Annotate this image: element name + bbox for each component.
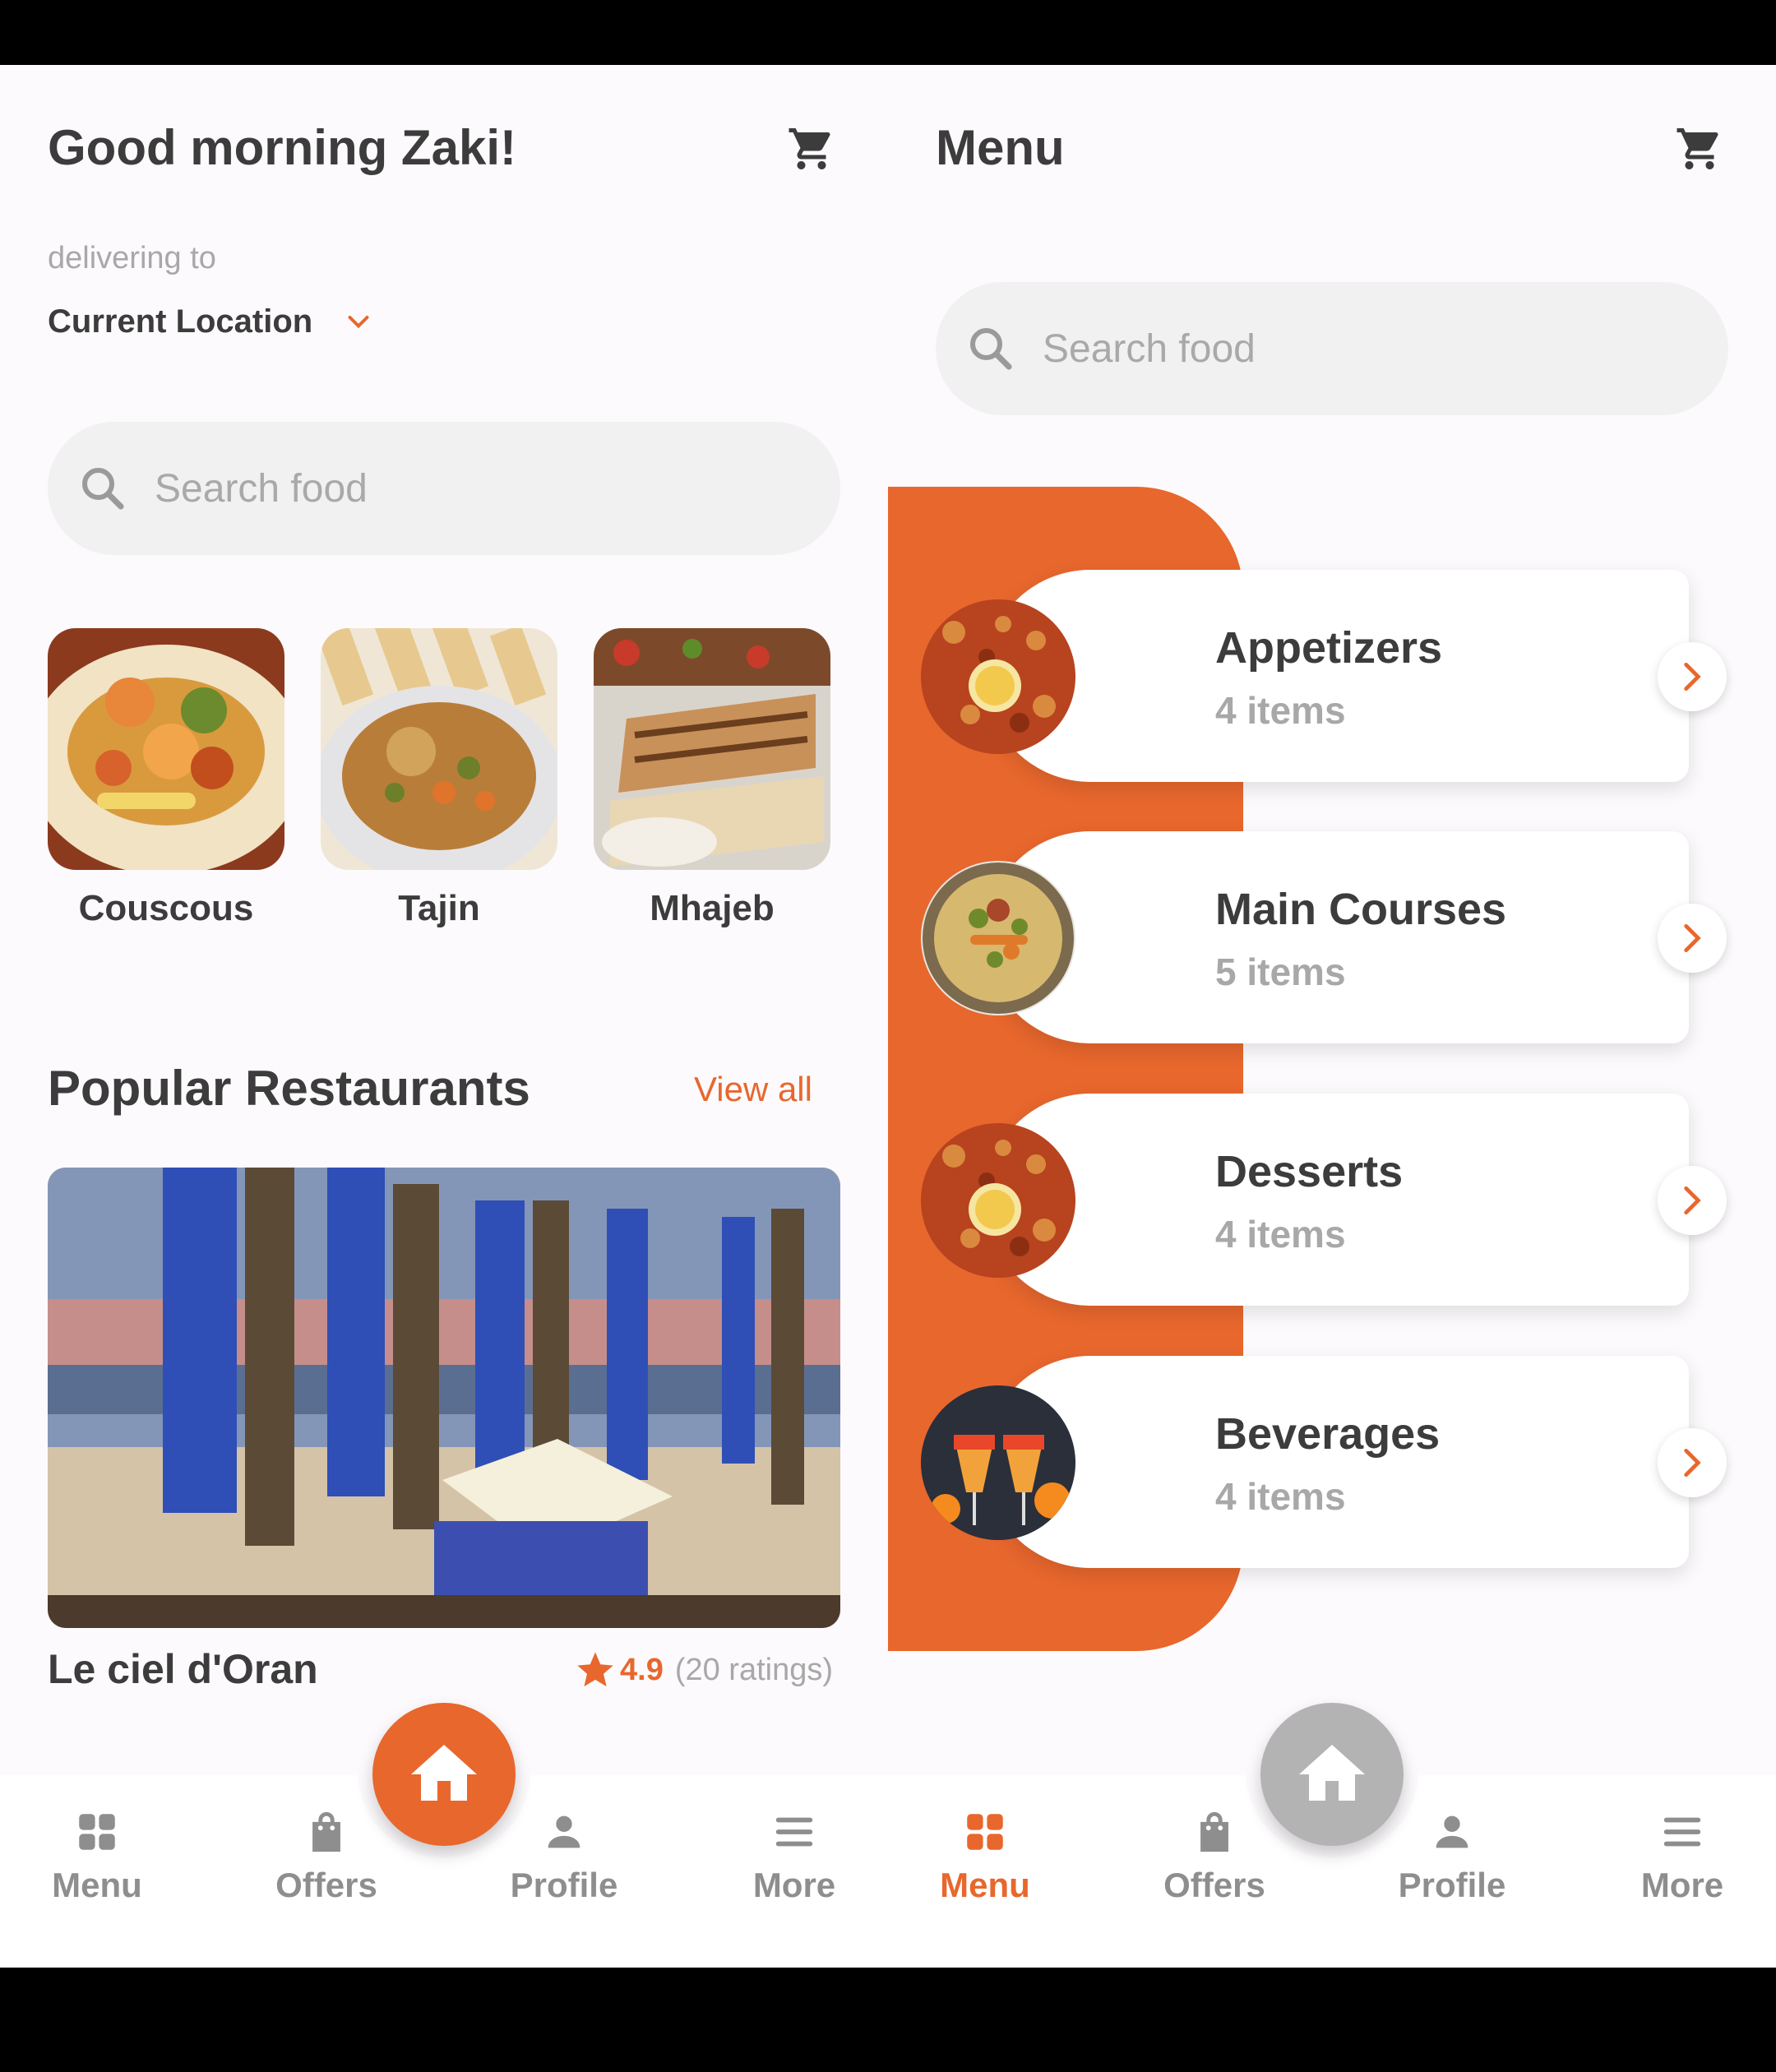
menu-category-appetizers[interactable]: Appetizers 4 items	[921, 570, 1727, 782]
home-icon	[411, 1745, 477, 1801]
menu-category-desserts[interactable]: Desserts 4 items	[921, 1094, 1727, 1306]
greeting-title: Good morning Zaki!	[48, 120, 516, 175]
nav-item-offers[interactable]: Offers	[1132, 1808, 1297, 1905]
home-panel: Good morning Zaki! delivering to Current…	[0, 65, 888, 1968]
menu-item-name: Appetizers	[1215, 623, 1443, 673]
star-icon	[577, 1652, 613, 1687]
menu-item-count: 5 items	[1215, 950, 1346, 993]
rating-count: (20 ratings)	[674, 1652, 834, 1687]
nav-item-more[interactable]: More	[712, 1808, 876, 1905]
search-input[interactable]: Search food	[48, 422, 840, 555]
search-input[interactable]: Search food	[936, 282, 1728, 415]
appetizers-photo	[921, 599, 1075, 754]
menu-item-name: Desserts	[1215, 1147, 1404, 1196]
menu-title: Menu	[936, 120, 1065, 175]
menu-category-beverages[interactable]: Beverages 4 items	[921, 1356, 1727, 1568]
nav-label: Profile	[510, 1866, 618, 1904]
nav-item-offers[interactable]: Offers	[244, 1808, 409, 1905]
search-icon	[969, 327, 1012, 370]
menu-item-name: Beverages	[1215, 1409, 1441, 1459]
person-icon	[548, 1815, 580, 1848]
menu-item-count: 4 items	[1215, 1475, 1346, 1518]
bag-icon	[312, 1811, 340, 1852]
chevron-right-button[interactable]	[1658, 1428, 1727, 1497]
cart-icon[interactable]	[787, 124, 836, 173]
screen: Good morning Zaki! delivering to Current…	[0, 65, 1776, 1968]
rating-value: 4.9	[620, 1652, 664, 1687]
location-selector[interactable]: Current Location	[48, 303, 373, 340]
nav-label: More	[752, 1866, 836, 1904]
search-icon	[81, 467, 124, 510]
restaurant-rating: 4.9 (20 ratings)	[574, 1649, 833, 1691]
nav-label: Offers	[275, 1866, 377, 1904]
nav-item-profile[interactable]: Profile	[482, 1808, 646, 1905]
chevron-right-icon	[1684, 1186, 1701, 1215]
menu-category-main-courses[interactable]: Main Courses 5 items	[921, 831, 1727, 1043]
chevron-right-icon	[1684, 923, 1701, 953]
category-row: Couscous Tajin Mhajeb	[48, 628, 830, 929]
nav-item-more[interactable]: More	[1600, 1808, 1764, 1905]
bag-icon	[1200, 1811, 1228, 1852]
chevron-right-button[interactable]	[1658, 904, 1727, 973]
nav-label: More	[1640, 1866, 1724, 1904]
menu-panel: Menu Search food Appetizers 4 items Main…	[888, 65, 1776, 1968]
nav-label: Profile	[1398, 1866, 1506, 1904]
person-icon	[1436, 1815, 1468, 1848]
nav-label: Menu	[52, 1866, 142, 1904]
chevron-down-icon	[348, 315, 369, 328]
menu-item-count: 4 items	[1215, 689, 1346, 732]
home-icon	[1299, 1745, 1365, 1801]
category-couscous[interactable]: Couscous	[48, 628, 284, 929]
chevron-right-icon	[1684, 662, 1701, 691]
chevron-right-icon	[1684, 1448, 1701, 1478]
category-tajin[interactable]: Tajin	[321, 628, 557, 929]
home-button[interactable]	[1260, 1703, 1404, 1846]
nav-item-menu[interactable]: Menu	[903, 1808, 1067, 1905]
category-mhajeb[interactable]: Mhajeb	[594, 628, 830, 929]
menu-item-count: 4 items	[1215, 1213, 1346, 1256]
home-button[interactable]	[372, 1703, 516, 1846]
cart-icon[interactable]	[1675, 124, 1724, 173]
search-placeholder: Search food	[155, 466, 368, 511]
menu-item-name: Main Courses	[1215, 885, 1507, 934]
location-text: Current Location	[48, 303, 313, 340]
nav-label: Offers	[1163, 1866, 1265, 1904]
menu-lines-icon	[1663, 1817, 1701, 1847]
menu-lines-icon	[775, 1817, 813, 1847]
beverages-photo	[921, 1385, 1075, 1540]
bottom-nav-home: Menu Offers Profile More	[0, 1703, 888, 1968]
grid-icon	[967, 1814, 1003, 1850]
tajin-photo	[321, 628, 557, 870]
couscous-photo	[48, 628, 284, 870]
chevron-right-button[interactable]	[1658, 1166, 1727, 1235]
nav-item-profile[interactable]: Profile	[1370, 1808, 1534, 1905]
nav-label: Menu	[940, 1866, 1030, 1904]
category-label: Couscous	[78, 888, 254, 928]
restaurant-photo[interactable]	[48, 1168, 840, 1628]
category-label: Mhajeb	[650, 888, 775, 928]
nav-item-menu[interactable]: Menu	[15, 1808, 179, 1905]
mhajeb-photo	[594, 628, 830, 870]
chevron-right-button[interactable]	[1658, 642, 1727, 711]
popular-restaurants-title: Popular Restaurants	[48, 1061, 530, 1116]
search-placeholder: Search food	[1043, 326, 1256, 371]
main-courses-photo	[921, 861, 1075, 1015]
category-label: Tajin	[398, 888, 480, 928]
desserts-photo	[921, 1123, 1075, 1278]
bottom-nav-menu: Menu Offers Profile More	[888, 1703, 1776, 1968]
delivering-label: delivering to	[48, 241, 216, 275]
grid-icon	[79, 1814, 115, 1850]
restaurant-name: Le ciel d'Oran	[48, 1646, 318, 1692]
view-all-link[interactable]: View all	[694, 1070, 812, 1109]
